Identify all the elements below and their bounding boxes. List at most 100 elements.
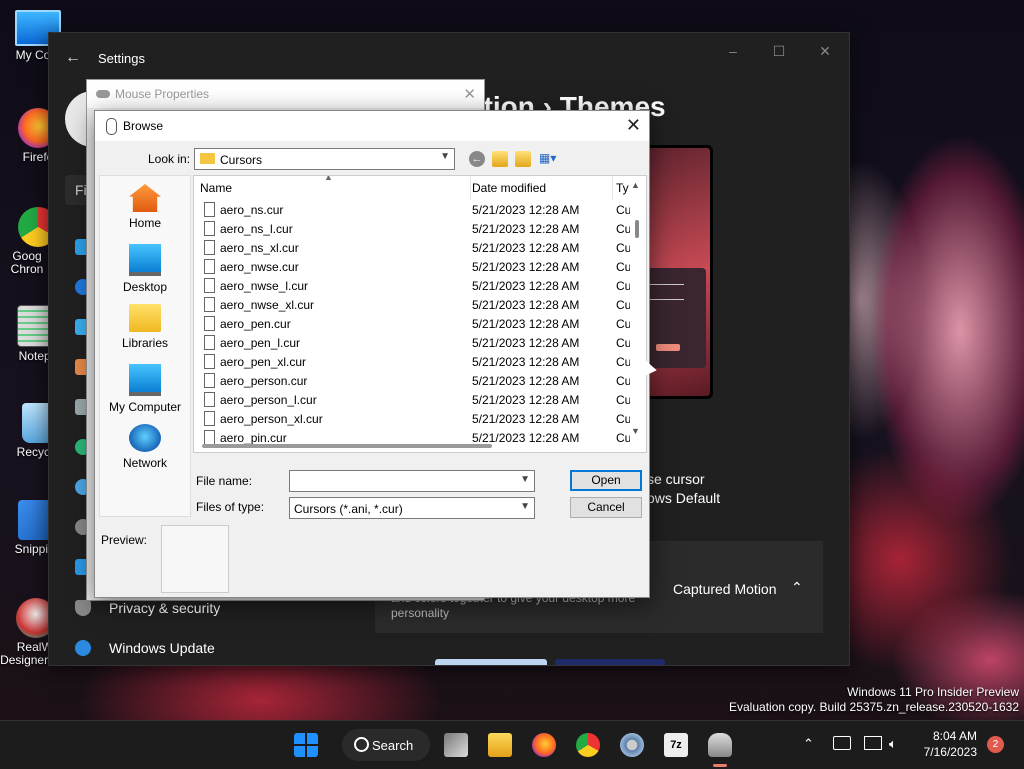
file-name: aero_pen_xl.cur bbox=[220, 355, 307, 369]
network-tray-icon[interactable] bbox=[864, 736, 882, 750]
file-name: aero_nwse_xl.cur bbox=[220, 298, 315, 312]
file-name-input[interactable]: ▼ bbox=[289, 470, 535, 492]
mouse-icon bbox=[106, 118, 117, 135]
home-icon bbox=[129, 184, 161, 212]
table-row[interactable]: aero_person_xl.cur 5/21/2023 12:28 AM Cu bbox=[194, 409, 630, 428]
close-icon[interactable]: ✕ bbox=[626, 115, 641, 136]
chevron-down-icon[interactable]: ▼ bbox=[520, 474, 530, 485]
file-icon bbox=[204, 240, 215, 255]
back-icon[interactable]: ← bbox=[469, 151, 485, 167]
table-row[interactable]: aero_pen_xl.cur 5/21/2023 12:28 AM Cu bbox=[194, 352, 630, 371]
file-name: aero_person_xl.cur bbox=[220, 412, 323, 426]
back-arrow-icon[interactable]: ← bbox=[65, 49, 81, 67]
libraries-icon bbox=[129, 304, 161, 332]
close-icon[interactable]: ✕ bbox=[815, 43, 835, 60]
nav-item-windows-update[interactable]: Windows Update bbox=[73, 631, 343, 665]
network-icon bbox=[129, 424, 161, 452]
system-clock[interactable]: 8:04 AM 7/16/2023 bbox=[915, 728, 977, 760]
windows-update-icon bbox=[75, 640, 91, 656]
chevron-up-icon[interactable]: ⌃ bbox=[791, 579, 803, 596]
start-windows-icon[interactable] bbox=[294, 733, 318, 757]
new-folder-icon[interactable] bbox=[515, 151, 531, 167]
place-my-computer[interactable]: My Computer bbox=[100, 364, 190, 414]
table-row[interactable]: aero_ns_xl.cur 5/21/2023 12:28 AM Cu bbox=[194, 238, 630, 257]
file-name: aero_nwse_l.cur bbox=[220, 279, 309, 293]
browse-titlebar: Browse ✕ bbox=[95, 111, 649, 141]
task-view-icon[interactable] bbox=[444, 733, 468, 757]
files-of-type-value: Cursors (*.ani, *.cur) bbox=[294, 502, 403, 516]
place-network[interactable]: Network bbox=[100, 424, 190, 470]
look-in-select[interactable]: Cursors ▼ bbox=[194, 148, 455, 170]
taskbar-search[interactable]: Search bbox=[342, 729, 430, 761]
chevron-down-icon: ▼ bbox=[520, 501, 530, 512]
table-row[interactable]: aero_ns.cur 5/21/2023 12:28 AM Cu bbox=[194, 200, 630, 219]
cancel-button[interactable]: Cancel bbox=[570, 497, 642, 518]
place-libraries[interactable]: Libraries bbox=[100, 304, 190, 350]
mouse-cursor-label[interactable]: se cursor bbox=[647, 471, 705, 487]
close-icon[interactable]: ✕ bbox=[463, 85, 476, 103]
clock-time: 8:04 AM bbox=[932, 729, 977, 743]
theme-thumb[interactable] bbox=[555, 659, 665, 665]
open-button[interactable]: Open bbox=[570, 470, 642, 491]
maximize-icon[interactable]: ☐ bbox=[769, 43, 789, 60]
volume-icon[interactable]: 🔈︎ bbox=[889, 736, 897, 752]
places-bar: Home Desktop Libraries My Computer Netwo… bbox=[99, 175, 191, 517]
file-name-label: File name: bbox=[196, 474, 253, 488]
scroll-down-icon[interactable]: ▼ bbox=[631, 426, 640, 436]
table-row[interactable]: aero_nwse_xl.cur 5/21/2023 12:28 AM Cu bbox=[194, 295, 630, 314]
table-row[interactable]: aero_pen_l.cur 5/21/2023 12:28 AM Cu bbox=[194, 333, 630, 352]
place-home[interactable]: Home bbox=[100, 184, 190, 230]
file-date: 5/21/2023 12:28 AM bbox=[472, 374, 580, 388]
theme-name: Captured Motion bbox=[673, 581, 777, 597]
files-of-type-select[interactable]: Cursors (*.ani, *.cur) ▼ bbox=[289, 497, 535, 519]
file-list[interactable]: ▲ Name Date modified Ty aero_ns.cur 5/21/… bbox=[193, 175, 647, 453]
table-row[interactable]: aero_nwse.cur 5/21/2023 12:28 AM Cu bbox=[194, 257, 630, 276]
file-date: 5/21/2023 12:28 AM bbox=[472, 279, 580, 293]
watermark-line-1: Windows 11 Pro Insider Preview bbox=[847, 685, 1019, 699]
computer-icon bbox=[129, 364, 161, 396]
table-row[interactable]: aero_pen.cur 5/21/2023 12:28 AM Cu bbox=[194, 314, 630, 333]
horizontal-scrollbar[interactable] bbox=[202, 444, 492, 448]
file-date: 5/21/2023 12:28 AM bbox=[472, 336, 580, 350]
file-date: 5/21/2023 12:28 AM bbox=[472, 393, 580, 407]
file-date: 5/21/2023 12:28 AM bbox=[472, 317, 580, 331]
notification-badge[interactable]: 2 bbox=[987, 736, 1004, 753]
chrome-icon[interactable] bbox=[576, 733, 600, 757]
table-row[interactable]: aero_nwse_l.cur 5/21/2023 12:28 AM Cu bbox=[194, 276, 630, 295]
table-row[interactable]: aero_person_l.cur 5/21/2023 12:28 AM Cu bbox=[194, 390, 630, 409]
table-row[interactable]: aero_person.cur 5/21/2023 12:28 AM Cu bbox=[194, 371, 630, 390]
view-menu-icon[interactable]: ▦▾ bbox=[539, 151, 561, 167]
file-name: aero_pen_l.cur bbox=[220, 336, 301, 350]
settings-gear-icon[interactable] bbox=[620, 733, 644, 757]
place-desktop[interactable]: Desktop bbox=[100, 244, 190, 294]
clock-date: 7/16/2023 bbox=[923, 745, 977, 759]
column-header-date[interactable]: Date modified bbox=[470, 176, 613, 200]
evaluation-watermark: Windows 11 Pro Insider Preview Evaluatio… bbox=[729, 685, 1019, 715]
files-of-type-label: Files of type: bbox=[196, 500, 265, 514]
column-header-name[interactable]: Name bbox=[194, 176, 471, 200]
file-icon bbox=[204, 335, 215, 350]
file-icon bbox=[204, 392, 215, 407]
firefox-icon[interactable] bbox=[532, 733, 556, 757]
search-icon bbox=[354, 737, 369, 752]
scroll-thumb[interactable] bbox=[635, 220, 639, 238]
chevron-down-icon: ▼ bbox=[440, 151, 450, 162]
theme-thumb[interactable] bbox=[435, 659, 547, 665]
file-explorer-icon[interactable] bbox=[488, 733, 512, 757]
file-icon bbox=[204, 297, 215, 312]
mouse-app-icon[interactable] bbox=[708, 733, 732, 757]
scroll-up-icon[interactable]: ▲ bbox=[631, 180, 640, 190]
mouse-properties-titlebar: Mouse Properties ✕ bbox=[87, 80, 484, 108]
active-app-indicator bbox=[713, 764, 727, 767]
vertical-scrollbar[interactable]: ▲ ▼ bbox=[628, 176, 644, 452]
mouse-cursor-value: ows Default bbox=[647, 490, 721, 506]
table-row[interactable]: aero_ns_l.cur 5/21/2023 12:28 AM Cu bbox=[194, 219, 630, 238]
onedrive-icon[interactable] bbox=[833, 736, 851, 750]
file-date: 5/21/2023 12:28 AM bbox=[472, 298, 580, 312]
taskbar: Search 7z ⌃ 🔈︎ 8:04 AM 7/16/2023 2 bbox=[0, 720, 1024, 769]
up-folder-icon[interactable] bbox=[492, 151, 508, 167]
preview-label: Preview: bbox=[101, 533, 148, 547]
minimize-icon[interactable]: – bbox=[723, 43, 743, 59]
chevron-up-icon[interactable]: ⌃ bbox=[803, 736, 814, 752]
7zip-icon[interactable]: 7z bbox=[664, 733, 688, 757]
